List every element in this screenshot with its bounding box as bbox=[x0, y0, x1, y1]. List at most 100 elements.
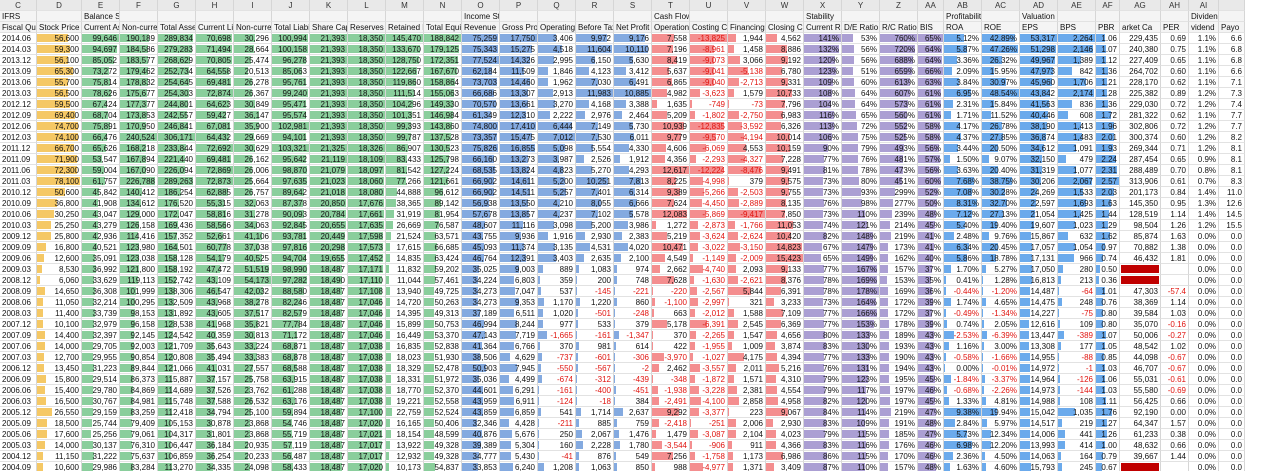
cell[interactable]: 81,542 bbox=[386, 165, 424, 176]
cell[interactable]: 57,461 bbox=[424, 275, 462, 286]
cell[interactable]: 33,853 bbox=[462, 462, 500, 471]
cell[interactable]: 0.80 bbox=[1096, 308, 1120, 319]
cell[interactable]: 1,635 bbox=[652, 99, 690, 110]
cell[interactable]: 4,210 bbox=[538, 198, 576, 209]
cell[interactable]: 6.95% bbox=[944, 88, 982, 99]
cell[interactable]: -0.16 bbox=[1161, 319, 1189, 330]
cell[interactable]: -88 bbox=[1058, 352, 1096, 363]
cell[interactable]: 30.28% bbox=[982, 187, 1020, 198]
cell[interactable]: 18,326 bbox=[348, 143, 386, 154]
cell[interactable]: 43,859 bbox=[462, 407, 500, 418]
cell[interactable]: 18,487 bbox=[310, 451, 348, 462]
column-header-ac[interactable]: AC bbox=[982, 0, 1020, 11]
cell[interactable]: 56,100 bbox=[37, 55, 82, 66]
cell[interactable]: 9,192 bbox=[766, 55, 804, 66]
cell[interactable]: 97,816 bbox=[272, 242, 310, 253]
cell[interactable]: 83% bbox=[804, 418, 842, 429]
cell[interactable]: 3,409 bbox=[766, 462, 804, 471]
cell[interactable]: 7,012 bbox=[538, 132, 576, 143]
cell[interactable]: 4.65% bbox=[982, 297, 1020, 308]
cell[interactable]: 77% bbox=[804, 264, 842, 275]
cell[interactable]: 6.6 bbox=[1219, 33, 1245, 44]
cell[interactable]: 2.57 bbox=[1096, 176, 1120, 187]
cell[interactable]: 25,250 bbox=[37, 220, 82, 231]
cell[interactable]: 9,176 bbox=[614, 33, 652, 44]
cell[interactable]: 116% bbox=[804, 110, 842, 121]
cell[interactable]: 1.27 bbox=[1096, 418, 1120, 429]
column-header-l[interactable]: L bbox=[348, 0, 386, 11]
table-row[interactable]: 2010.06 30,250 43,047 129,000 172,047 58,816 3… bbox=[0, 209, 1280, 220]
cell[interactable]: 14,964 bbox=[1020, 374, 1058, 385]
cell[interactable]: 176,520 bbox=[158, 198, 196, 209]
cell[interactable] bbox=[500, 11, 538, 22]
cell[interactable]: 84% bbox=[804, 407, 842, 418]
cell[interactable]: 184,586 bbox=[120, 44, 158, 55]
cell[interactable]: 19,655 bbox=[310, 253, 348, 264]
cell[interactable]: 21,393 bbox=[310, 33, 348, 44]
cell[interactable]: 38,365 bbox=[386, 198, 424, 209]
column-header-e[interactable]: E bbox=[82, 0, 120, 11]
cell[interactable]: 0.72 bbox=[1161, 99, 1189, 110]
cell[interactable]: 105,153 bbox=[158, 418, 196, 429]
cell[interactable]: 45% bbox=[918, 396, 944, 407]
cell[interactable]: 0.0 bbox=[1219, 308, 1245, 319]
cell[interactable]: 111,514 bbox=[386, 88, 424, 99]
cell[interactable]: -3.37% bbox=[982, 374, 1020, 385]
cell[interactable]: -439 bbox=[614, 374, 652, 385]
cell[interactable]: 321 bbox=[728, 297, 766, 308]
cell[interactable]: 2,930 bbox=[766, 418, 804, 429]
cell[interactable]: 51% bbox=[842, 66, 880, 77]
cell[interactable]: 104,296 bbox=[386, 99, 424, 110]
cell[interactable]: 43,279 bbox=[82, 220, 120, 231]
cell[interactable]: 15.95% bbox=[982, 66, 1020, 77]
cell[interactable]: 132,509 bbox=[158, 297, 196, 308]
cell[interactable]: 48,542 bbox=[1120, 341, 1161, 352]
cell[interactable]: 38,506 bbox=[462, 352, 500, 363]
cell[interactable]: 221,440 bbox=[158, 154, 196, 165]
cell[interactable]: 90,854 bbox=[120, 352, 158, 363]
cell[interactable]: 89,142 bbox=[424, 198, 462, 209]
cell[interactable]: -2,873 bbox=[690, 220, 728, 231]
cell[interactable]: 29,159 bbox=[82, 407, 120, 418]
field-header[interactable]: Share Capi bbox=[310, 22, 348, 33]
cell[interactable]: 12.20% bbox=[982, 440, 1020, 451]
field-header[interactable]: Financing C bbox=[728, 22, 766, 33]
date-cell[interactable]: 2008.03 bbox=[0, 308, 37, 319]
cell[interactable]: 73% bbox=[804, 176, 842, 187]
cell[interactable]: -3,624 bbox=[690, 231, 728, 242]
cell[interactable]: 173% bbox=[880, 242, 918, 253]
cell[interactable]: 37% bbox=[918, 308, 944, 319]
cell[interactable]: 71,900 bbox=[37, 154, 82, 165]
cell[interactable]: 18,060 bbox=[348, 176, 386, 187]
cell[interactable]: 128,519 bbox=[1120, 209, 1161, 220]
cell[interactable]: 68,535 bbox=[462, 165, 500, 176]
cell[interactable]: 27.85% bbox=[982, 132, 1020, 143]
cell[interactable]: 98,153 bbox=[120, 308, 158, 319]
cell[interactable]: 35,643 bbox=[196, 341, 234, 352]
cell[interactable]: 1,588 bbox=[728, 308, 766, 319]
cell[interactable]: 7.7 bbox=[1219, 110, 1245, 121]
cell[interactable]: 13,450 bbox=[37, 363, 82, 374]
cell[interactable]: 2,067 bbox=[1058, 176, 1096, 187]
table-row[interactable]: 2006.03 16,500 30,767 84,981 115,748 37,588 26… bbox=[0, 396, 1280, 407]
cell[interactable]: 133,670 bbox=[386, 44, 424, 55]
cell[interactable]: 69,481 bbox=[196, 77, 234, 88]
cell[interactable]: 213 bbox=[1058, 275, 1096, 286]
cell[interactable]: 75,343 bbox=[462, 44, 500, 55]
cell[interactable]: 5.12% bbox=[944, 33, 982, 44]
cell[interactable]: 149% bbox=[842, 253, 880, 264]
cell[interactable]: -9,073 bbox=[690, 55, 728, 66]
cell[interactable]: 34,273 bbox=[462, 297, 500, 308]
cell[interactable]: 92,003 bbox=[120, 341, 158, 352]
cell[interactable]: -9,570 bbox=[690, 132, 728, 143]
cell[interactable]: 97,635 bbox=[272, 176, 310, 187]
cell[interactable]: 29,986 bbox=[82, 462, 120, 471]
cell[interactable]: 12,391 bbox=[500, 253, 538, 264]
cell[interactable]: 11,150 bbox=[37, 451, 82, 462]
cell[interactable]: 39% bbox=[918, 319, 944, 330]
cell[interactable]: 60% bbox=[842, 77, 880, 88]
cell[interactable]: 149,330 bbox=[424, 99, 462, 110]
date-cell[interactable]: 2013.09 bbox=[0, 66, 37, 77]
cell[interactable]: 7,149 bbox=[576, 121, 614, 132]
cell[interactable]: 66,685 bbox=[424, 242, 462, 253]
